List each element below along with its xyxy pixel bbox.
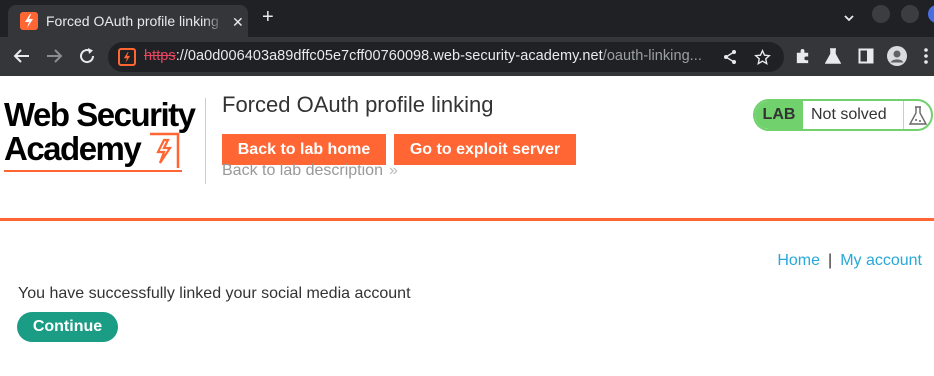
browser-tab-bar: Forced OAuth profile linking ✕ +: [0, 0, 934, 37]
reload-icon[interactable]: [77, 46, 97, 66]
menu-icon[interactable]: [916, 46, 934, 66]
maximize-button[interactable]: [901, 5, 919, 23]
lab-title: Forced OAuth profile linking: [222, 92, 494, 117]
url-host: ://0a0d006403a89dffc05e7cff00760098.web-…: [175, 48, 603, 64]
close-window-button[interactable]: [928, 5, 934, 23]
logo-underline: [4, 170, 182, 172]
back-to-lab-description-link[interactable]: Back to lab description »: [222, 162, 398, 180]
browser-toolbar: https://0a0d006403a89dffc05e7cff00760098…: [0, 37, 934, 76]
forward-icon[interactable]: [44, 46, 64, 66]
continue-button[interactable]: Continue: [17, 312, 118, 342]
browser-tab[interactable]: Forced OAuth profile linking ✕: [8, 5, 248, 37]
back-to-lab-description-label: Back to lab description: [222, 162, 383, 179]
logo-line2: Academy: [4, 130, 142, 167]
lightning-favicon-icon: [20, 12, 38, 30]
url-path: /oauth-linking...: [602, 48, 702, 64]
lab-status-separator: [903, 101, 904, 129]
lab-status-text: Not solved: [811, 106, 887, 123]
header-divider: [205, 98, 206, 184]
share-icon[interactable]: [720, 47, 740, 67]
logo-line1: Web Security: [4, 96, 196, 133]
logo-bolt-icon: [150, 132, 180, 168]
go-to-exploit-server-button[interactable]: Go to exploit server: [394, 134, 576, 165]
tab-close-icon[interactable]: ✕: [232, 14, 244, 31]
sidepanel-icon[interactable]: [856, 46, 876, 66]
labs-icon[interactable]: [823, 46, 843, 66]
address-bar[interactable]: https://0a0d006403a89dffc05e7cff00760098…: [108, 42, 784, 72]
lab-status-widget: LAB Not solved: [753, 99, 933, 131]
double-chevron-icon: »: [388, 162, 398, 179]
extensions-icon[interactable]: [792, 46, 812, 66]
url-scheme: https: [144, 48, 176, 64]
url-text[interactable]: https://0a0d006403a89dffc05e7cff00760098…: [144, 48, 702, 64]
lab-tag: LAB: [755, 101, 803, 129]
site-info-icon[interactable]: [118, 48, 136, 66]
minimize-button[interactable]: [872, 5, 890, 23]
home-link[interactable]: Home: [777, 252, 820, 269]
star-icon[interactable]: [752, 47, 772, 67]
tab-title: Forced OAuth profile linking: [46, 13, 219, 29]
web-security-academy-logo[interactable]: Web Security Academy: [2, 96, 202, 176]
page-content: Web Security Academy Forced OAuth profil…: [0, 76, 934, 376]
header-orange-rule: [0, 218, 934, 221]
account-nav: Home | My account: [777, 252, 922, 270]
new-tab-button[interactable]: +: [262, 7, 274, 27]
flask-icon: [907, 105, 929, 127]
tab-search-chevron-icon[interactable]: [843, 11, 855, 29]
my-account-link[interactable]: My account: [840, 252, 922, 269]
tab-title-fade: [204, 11, 224, 31]
back-to-lab-home-button[interactable]: Back to lab home: [222, 134, 386, 165]
nav-separator: |: [828, 252, 833, 269]
back-icon[interactable]: [12, 46, 32, 66]
success-message: You have successfully linked your social…: [18, 285, 411, 302]
profile-icon[interactable]: [887, 46, 907, 66]
